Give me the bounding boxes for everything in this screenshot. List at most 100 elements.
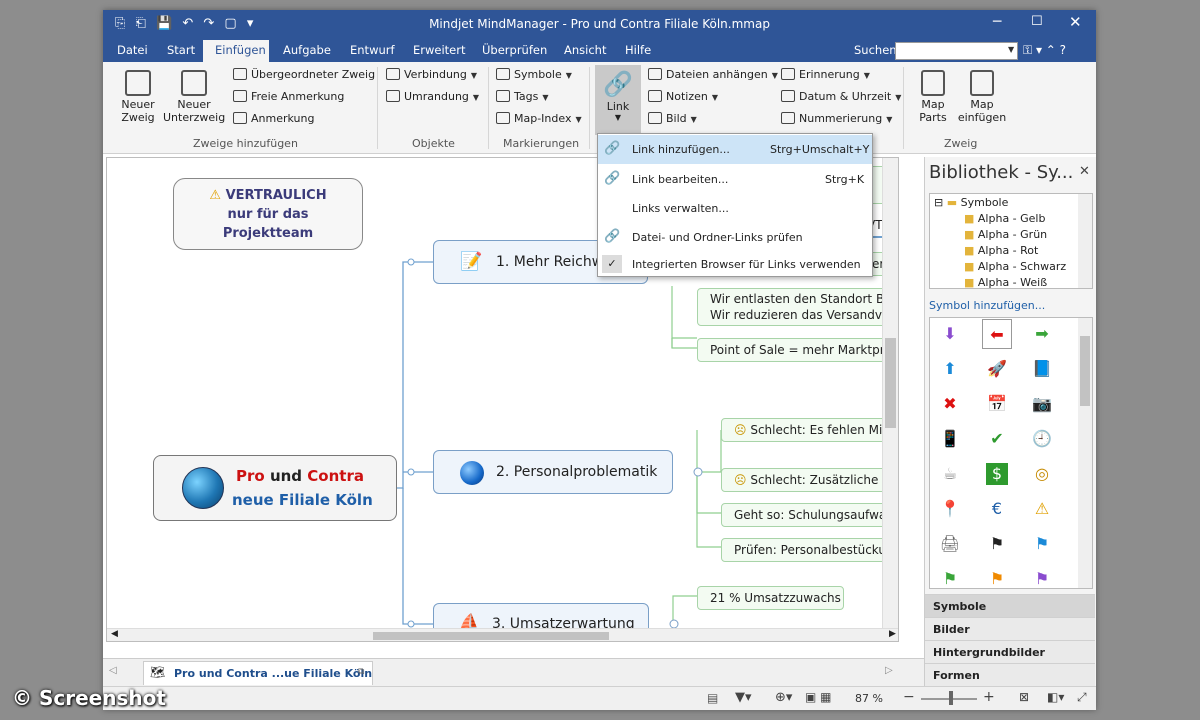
scroll-thumb[interactable] [373, 632, 609, 640]
dateien-anhaengen-button[interactable]: Dateien anhängen ▼ [648, 68, 778, 81]
view-icon[interactable]: ▤ [707, 691, 718, 705]
tab-aufgabe[interactable]: Aufgabe [283, 43, 331, 57]
tab-nav-left-icon[interactable]: ◁ [109, 665, 117, 676]
close-icon[interactable]: ✕ [1069, 13, 1082, 31]
symbol-scrollbar[interactable] [1078, 318, 1092, 588]
arrow-up-icon[interactable]: ⬆ [939, 358, 961, 380]
tab-bilder[interactable]: Bilder [925, 617, 1095, 640]
menu-item-links-verwalten[interactable]: Links verwalten... [598, 194, 872, 223]
map-index-button[interactable]: Map-Index ▼ [496, 112, 582, 125]
dollar-icon[interactable]: $ [986, 463, 1008, 485]
arrow-left-icon[interactable]: ⬅ [982, 319, 1012, 349]
tags-button[interactable]: Tags ▼ [496, 90, 549, 103]
tree-item[interactable]: ■ Alpha - Weiß [964, 276, 1047, 288]
bild-button[interactable]: Bild ▼ [648, 112, 697, 125]
tree-item[interactable]: ■ Alpha - Gelb [964, 212, 1045, 225]
flag-green-icon[interactable]: ⚑ [939, 568, 961, 588]
link-button[interactable]: 🔗 Link ▼ [595, 65, 641, 135]
datum-uhrzeit-button[interactable]: Datum & Uhrzeit ▼ [781, 90, 901, 103]
help-options-icon[interactable]: ⚿ ▾ ⌃ ? [1023, 43, 1066, 58]
tree-collapse-icon[interactable]: ⊟ [934, 196, 943, 209]
cross-icon[interactable]: ✖ [939, 393, 961, 415]
tree-item[interactable]: ■ Alpha - Rot [964, 244, 1038, 257]
flag-purple-icon[interactable]: ⚑ [1031, 568, 1053, 588]
add-symbol-link[interactable]: Symbol hinzufügen... [929, 299, 1045, 312]
tab-ueberpruefen[interactable]: Überprüfen [482, 43, 547, 57]
map-einfuegen-button[interactable]: Map einfügen [957, 66, 1007, 132]
tab-hintergrundbilder[interactable]: Hintergrundbilder [925, 640, 1095, 663]
focus-icon[interactable]: ⊕▾ [775, 690, 792, 705]
clock-icon[interactable]: 🕘 [1031, 428, 1053, 450]
tree-item[interactable]: ■ Alpha - Schwarz [964, 260, 1066, 273]
camera-icon[interactable]: 📷 [1031, 393, 1053, 415]
dropdown-arrow-icon[interactable]: ▼ [1008, 45, 1014, 54]
filter-icon[interactable]: ▼▾ [735, 690, 752, 705]
tab-hilfe[interactable]: Hilfe [625, 43, 651, 57]
anmerkung-button[interactable]: Anmerkung [233, 112, 314, 125]
verbindung-button[interactable]: Verbindung ▼ [386, 68, 477, 81]
horizontal-scrollbar[interactable]: ◀ ▶ [107, 628, 898, 641]
arrow-down-icon[interactable]: ⬇ [939, 323, 961, 345]
tab-datei[interactable]: Datei [117, 43, 148, 57]
subtopic-personalbestueckung[interactable]: Prüfen: Personalbestückung [721, 538, 898, 562]
warning-icon[interactable]: ⚠ [1031, 498, 1053, 520]
flag-black-icon[interactable]: ⚑ [986, 533, 1008, 555]
symbole-button[interactable]: Symbole ▼ [496, 68, 572, 81]
menu-item-links-pruefen[interactable]: 🔗 Datei- und Ordner-Links prüfen [598, 223, 872, 252]
erinnerung-button[interactable]: Erinnerung ▼ [781, 68, 870, 81]
tab-ansicht[interactable]: Ansicht [564, 43, 606, 57]
tab-formen[interactable]: Formen [925, 663, 1095, 686]
scroll-thumb[interactable] [1080, 336, 1090, 406]
tab-start[interactable]: Start [167, 43, 195, 57]
nummerierung-button[interactable]: Nummerierung ▼ [781, 112, 892, 125]
confidential-note[interactable]: ⚠ VERTRAULICH nur für das Projektteam [173, 178, 363, 250]
neuer-zweig-button[interactable]: Neuer Zweig [115, 66, 161, 132]
maximize-icon[interactable]: ☐ [1031, 14, 1043, 29]
minimize-icon[interactable]: ─ [993, 14, 1001, 30]
tab-nav-right-icon[interactable]: ▷ [885, 665, 893, 676]
tab-symbole[interactable]: Symbole [925, 594, 1095, 617]
subtopic-schulung[interactable]: Geht so: Schulungsaufwand [721, 503, 898, 527]
rocket-icon[interactable]: 🚀 [986, 358, 1008, 380]
coffee-icon[interactable]: ☕ [939, 463, 961, 485]
target-icon[interactable]: ◎ [1031, 463, 1053, 485]
subtopic-entlasten[interactable]: Wir entlasten den Standort Bochum Wir re… [697, 288, 898, 326]
tab-erweitert[interactable]: Erweitert [413, 43, 466, 57]
checkmark-icon[interactable]: ✔ [986, 428, 1008, 450]
fit-page-icon[interactable]: ⊠ [1019, 690, 1029, 704]
subtopic-provision[interactable]: ☹ Schlecht: Zusätzliche Provision [721, 468, 898, 492]
tab-einfuegen[interactable]: Einfügen [215, 43, 266, 57]
scroll-thumb[interactable] [885, 338, 896, 428]
pin-icon[interactable]: 📍 [939, 498, 961, 520]
umrandung-button[interactable]: Umrandung ▼ [386, 90, 479, 103]
subtopic-umsatzzuwachs[interactable]: 21 % Umsatzzuwachs [697, 586, 844, 610]
fit-icon[interactable]: ▣ ▦ [805, 690, 832, 704]
printer-icon[interactable]: 🖨 [939, 533, 961, 555]
menu-item-link-bearbeiten[interactable]: 🔗 Link bearbeiten... Strg+K [598, 165, 872, 194]
tab-options-icon[interactable]: ⧉ [358, 667, 364, 677]
vertical-scrollbar[interactable] [882, 158, 898, 628]
search-input[interactable] [895, 42, 1018, 60]
panel-close-icon[interactable]: ✕ [1079, 164, 1090, 179]
central-topic[interactable]: Pro und Contra neue Filiale Köln [153, 455, 397, 521]
neuer-unterzweig-button[interactable]: Neuer Unterzweig [163, 66, 225, 132]
freie-anmerkung-button[interactable]: Freie Anmerkung [233, 90, 344, 103]
notizen-button[interactable]: Notizen ▼ [648, 90, 718, 103]
arrow-right-icon[interactable]: ➡ [1031, 323, 1053, 345]
zoom-in-icon[interactable]: + [983, 689, 995, 705]
flag-orange-icon[interactable]: ⚑ [986, 568, 1008, 588]
tab-entwurf[interactable]: Entwurf [350, 43, 395, 57]
tree-scrollbar[interactable] [1078, 194, 1092, 288]
flag-blue-icon[interactable]: ⚑ [1031, 533, 1053, 555]
uebergeordneter-zweig-button[interactable]: Übergeordneter Zweig [233, 68, 375, 81]
topic-personalproblematik[interactable]: 2. Personalproblematik [433, 450, 673, 494]
phone-icon[interactable]: 📱 [939, 428, 961, 450]
tree-item[interactable]: ■ Alpha - Grün [964, 228, 1047, 241]
menu-item-link-hinzufuegen[interactable]: 🔗 Link hinzufügen... Strg+Umschalt+Y [598, 135, 872, 164]
subtopic-point-of-sale[interactable]: Point of Sale = mehr Marktpräsenz [697, 338, 898, 362]
scroll-left-icon[interactable]: ◀ [111, 629, 118, 639]
book-icon[interactable]: 📘 [1031, 358, 1053, 380]
symbol-tree[interactable]: ⊟ ▬ Symbole ■ Alpha - Gelb ■ Alpha - Grü… [929, 193, 1093, 289]
subtopic-mitarbeiter[interactable]: ☹ Schlecht: Es fehlen Mitarbeiter [721, 418, 898, 442]
scroll-right-icon[interactable]: ▶ [889, 629, 896, 639]
